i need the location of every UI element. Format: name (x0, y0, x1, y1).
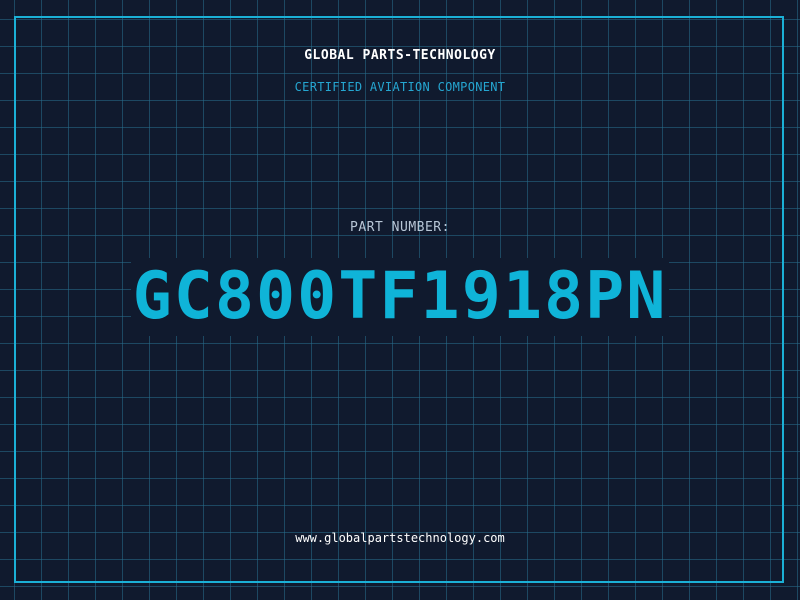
certification-subtitle: CERTIFIED AVIATION COMPONENT (294, 80, 506, 94)
label-canvas: GLOBAL PARTS-TECHNOLOGY CERTIFIED AVIATI… (0, 0, 800, 600)
part-number-label: PART NUMBER: (350, 220, 450, 235)
part-number-value: GC800TF1918PN (130, 258, 670, 336)
part-number-container: GC800TF1918PN (0, 258, 800, 336)
website-url: www.globalpartstechnology.com (295, 531, 505, 545)
company-name: GLOBAL PARTS-TECHNOLOGY (304, 48, 496, 63)
